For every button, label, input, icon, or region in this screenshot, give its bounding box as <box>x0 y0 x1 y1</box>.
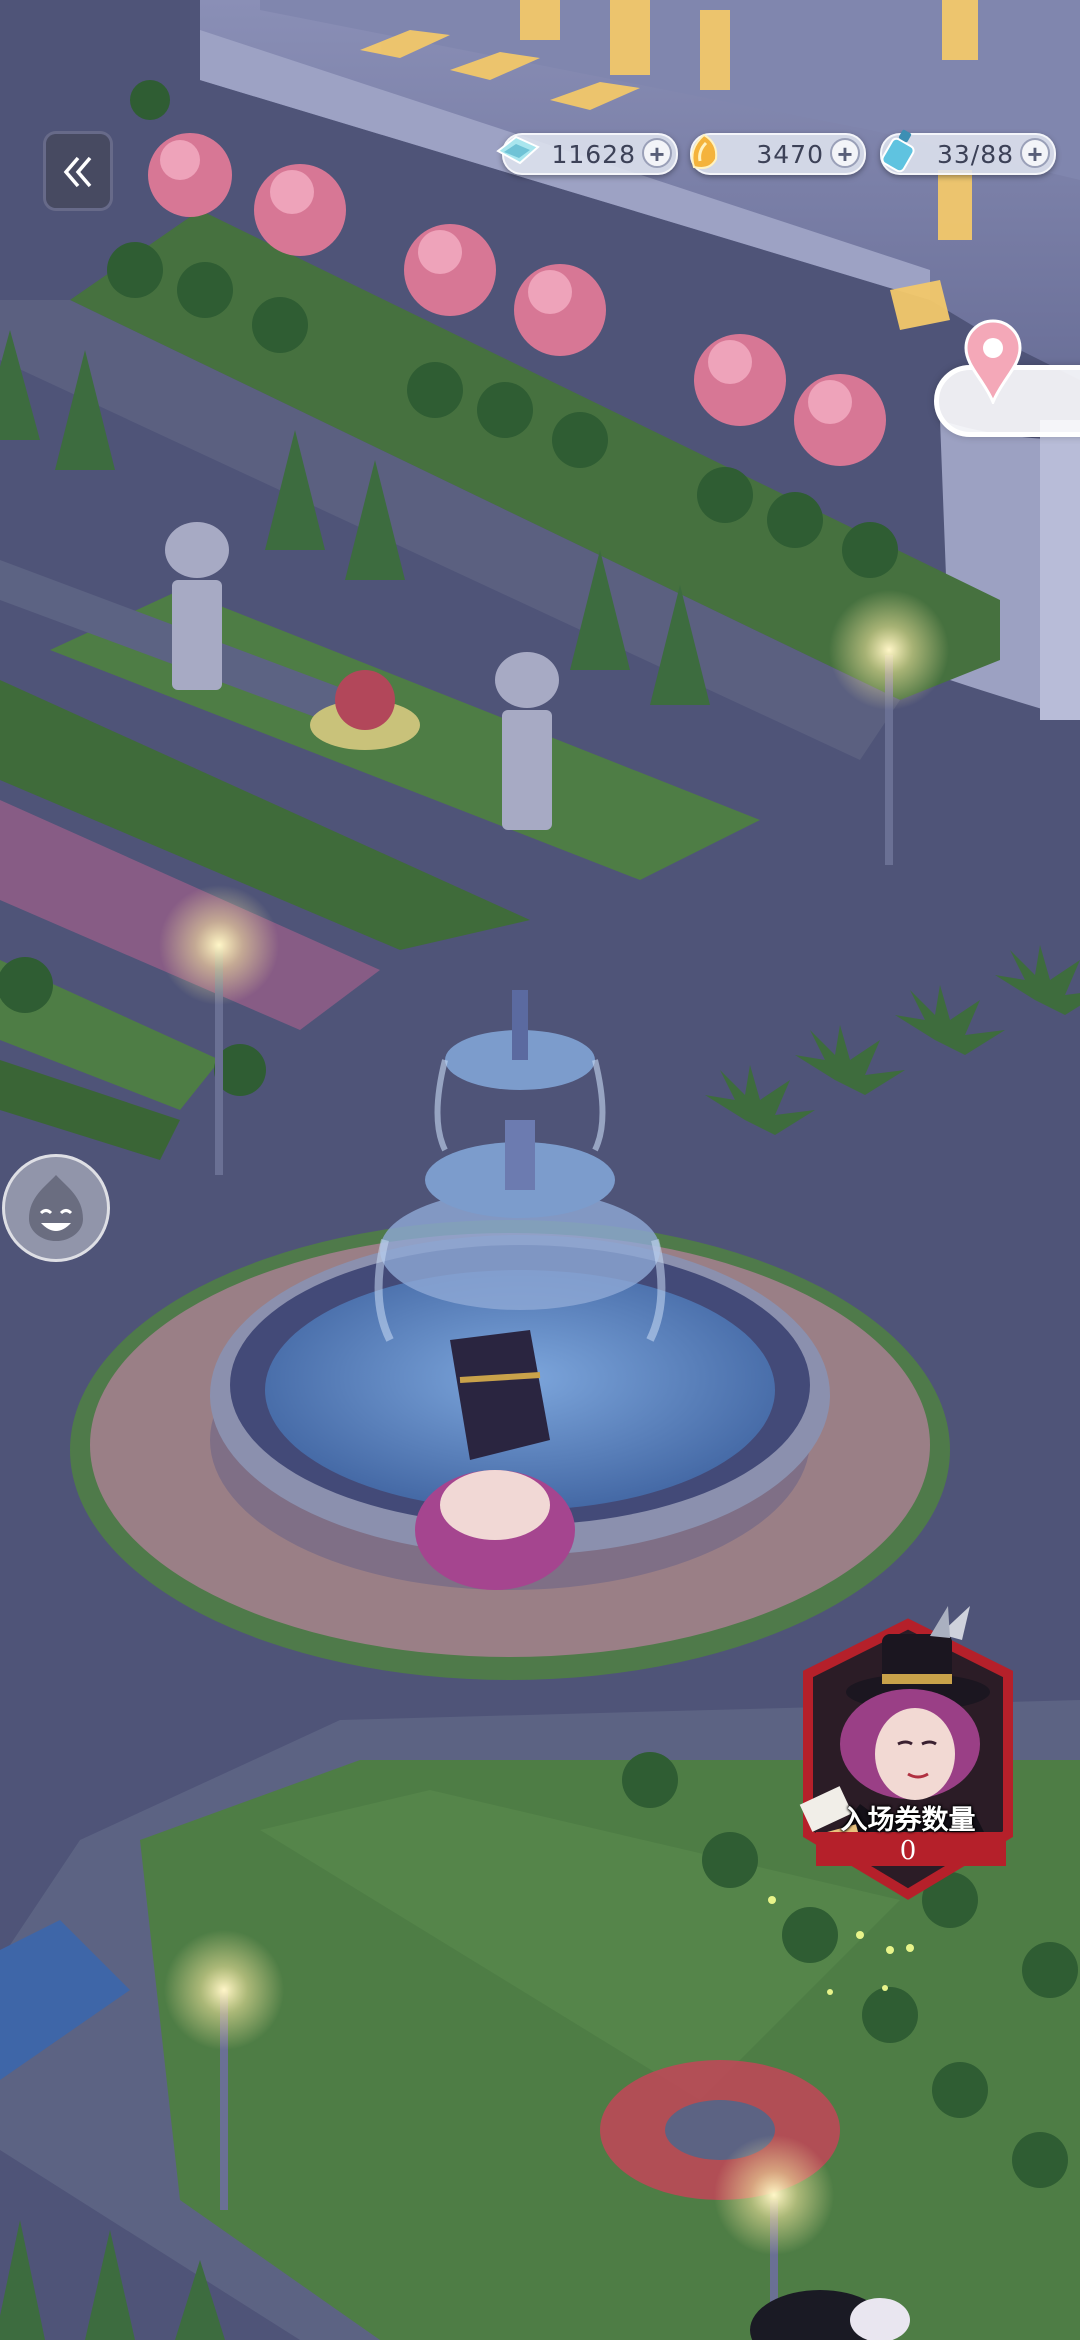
diamond-value: 11628 <box>551 140 636 169</box>
diamond-ticket-icon <box>496 135 540 165</box>
double-chevron-left-icon <box>63 156 92 188</box>
add-coins-button[interactable]: + <box>830 138 860 168</box>
stamina-counter: 33/88 + <box>880 129 1056 175</box>
add-diamonds-button[interactable]: + <box>642 138 672 168</box>
emote-button[interactable] <box>2 1154 110 1262</box>
game-scene[interactable] <box>0 0 1080 2340</box>
coin-value: 3470 <box>756 140 824 169</box>
laughing-blob-icon <box>29 1175 83 1241</box>
add-stamina-button[interactable]: + <box>1020 138 1050 168</box>
energy-bottle-icon <box>881 129 915 173</box>
diamond-counter: 11628 + <box>496 133 678 175</box>
back-button[interactable] <box>46 134 110 208</box>
stamina-value: 33/88 <box>936 140 1014 169</box>
map-pin-icon[interactable] <box>962 318 1024 404</box>
ticket-count-label: 入场券数量 <box>840 1805 976 1836</box>
coin-counter: 3470 + <box>690 133 866 175</box>
ticket-count-value: 0 <box>899 1836 917 1866</box>
event-ticket-badge[interactable]: 入场券数量 0 <box>790 1604 1026 1904</box>
gold-coin-icon <box>691 133 718 169</box>
